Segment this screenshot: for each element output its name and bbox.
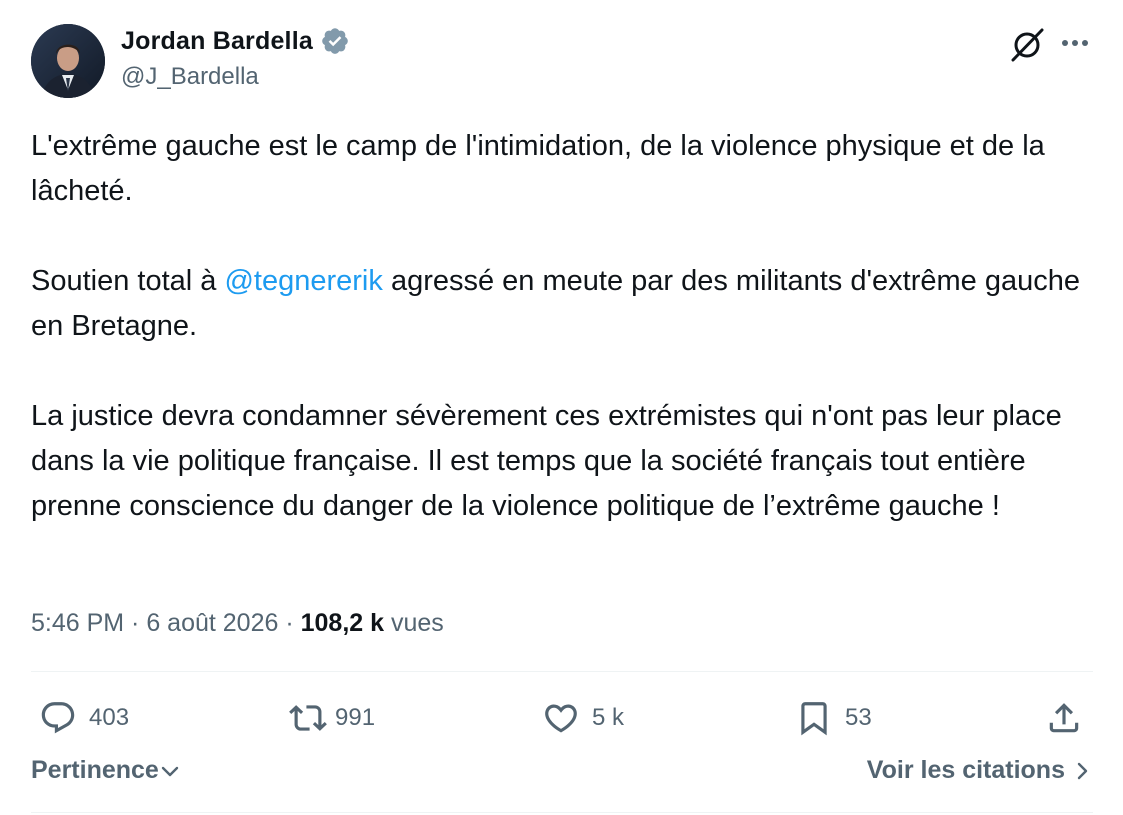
reply-count: 403	[89, 704, 130, 731]
display-name[interactable]: Jordan Bardella	[121, 27, 313, 56]
tweet-text: L'extrême gauche est le camp de l'intimi…	[31, 124, 1093, 529]
tweet-paragraph: La justice devra condamner sévèrement ce…	[31, 400, 1062, 522]
handle[interactable]: @J_Bardella	[121, 63, 350, 91]
views-label: vues	[384, 609, 444, 637]
chevron-down-icon	[161, 766, 179, 776]
mention-link[interactable]: @tegnererik	[224, 265, 382, 297]
sort-dropdown[interactable]: Pertinence	[31, 756, 181, 785]
reply-button[interactable]: 403	[39, 690, 129, 746]
replies-toolbar: Pertinence Voir les citations	[31, 756, 1093, 798]
meta-separator: ·	[278, 609, 301, 637]
view-quotes-link[interactable]: Voir les citations	[867, 756, 1093, 785]
reply-icon	[41, 702, 75, 734]
bookmark-count: 53	[845, 704, 872, 731]
paragraph-text: Soutien total à	[31, 265, 225, 297]
meta-separator: ·	[124, 609, 147, 637]
bookmark-icon	[801, 702, 827, 736]
divider	[31, 812, 1093, 813]
repost-icon	[289, 705, 327, 731]
quotes-label: Voir les citations	[866, 756, 1065, 784]
more-icon[interactable]	[1057, 24, 1093, 64]
tweet-time[interactable]: 5:46 PM	[31, 609, 124, 637]
views-count: 108,2 k	[300, 609, 385, 637]
sort-label: Pertinence	[31, 756, 159, 784]
bookmark-button[interactable]: 53	[795, 690, 872, 746]
repost-button[interactable]: 991	[289, 690, 375, 746]
author-names: Jordan Bardella @J_Bardella	[121, 26, 350, 91]
action-bar: 403 991 5 k 53	[31, 690, 1093, 746]
like-button[interactable]: 5 k	[542, 690, 624, 746]
tweet-paragraph: Soutien total à @tegnererik agressé en m…	[31, 259, 1093, 349]
share-icon	[1049, 703, 1079, 733]
repost-count: 991	[335, 704, 376, 731]
chevron-right-icon	[1077, 762, 1088, 779]
verified-badge-icon[interactable]	[320, 26, 350, 56]
like-icon	[545, 704, 577, 733]
divider	[31, 671, 1093, 672]
tweet-header: Jordan Bardella @J_Bardella	[31, 22, 1093, 100]
tweet-paragraph: L'extrême gauche est le camp de l'intimi…	[31, 130, 1045, 207]
avatar[interactable]	[31, 24, 105, 98]
like-count: 5 k	[592, 704, 625, 731]
tweet-date[interactable]: 6 août 2026	[146, 609, 278, 637]
grok-icon[interactable]	[1006, 24, 1048, 66]
display-name-row: Jordan Bardella	[121, 26, 350, 56]
tweet-meta: 5:46 PM · 6 août 2026 · 108,2 k vues	[31, 603, 444, 643]
share-button[interactable]	[1045, 690, 1083, 746]
